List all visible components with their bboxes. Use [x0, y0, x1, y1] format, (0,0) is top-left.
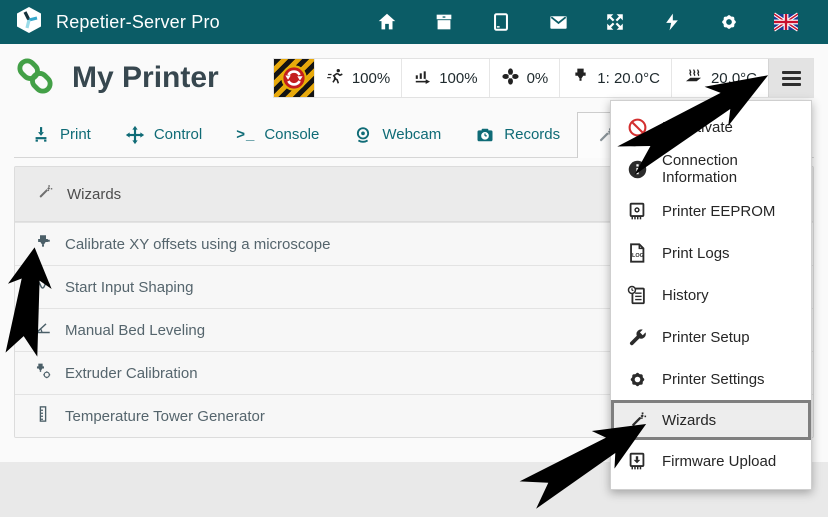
- menu-item-history[interactable]: History: [611, 274, 811, 316]
- settings-gear-icon: [625, 367, 649, 391]
- fullscreen-icon[interactable]: [603, 10, 627, 34]
- log-file-icon: LOG: [625, 241, 649, 265]
- extruder-temp-control[interactable]: 1: 20.0°C: [559, 59, 671, 97]
- menu-item-print-logs[interactable]: LOG Print Logs: [611, 232, 811, 274]
- tab-control[interactable]: Control: [108, 112, 219, 157]
- fan-icon: [501, 67, 520, 90]
- language-flag-icon[interactable]: [774, 10, 798, 34]
- menu-item-printer-settings[interactable]: Printer Settings: [611, 358, 811, 400]
- menu-item-connection-information[interactable]: Connection Information: [611, 148, 811, 190]
- menu-item-printer-setup[interactable]: Printer Setup: [611, 316, 811, 358]
- repetier-logo-icon: [14, 5, 44, 40]
- fan-control[interactable]: 0%: [489, 59, 560, 97]
- global-settings-gear-icon[interactable]: [717, 10, 741, 34]
- tab-webcam[interactable]: Webcam: [336, 112, 458, 157]
- history-clipboard-icon: [625, 283, 649, 307]
- menu-item-firmware-upload[interactable]: Firmware Upload: [611, 440, 811, 482]
- app-title: Repetier-Server Pro: [56, 12, 220, 33]
- wand-icon: [35, 183, 54, 206]
- heated-bed-icon: [683, 67, 704, 90]
- connected-link-icon[interactable]: [14, 55, 56, 102]
- wand-icon: [625, 408, 649, 432]
- emergency-stop-button[interactable]: [274, 59, 314, 97]
- wrench-icon: [625, 325, 649, 349]
- top-navbar: Repetier-Server Pro: [0, 0, 828, 44]
- menu-item-deactivate[interactable]: Deactivate: [611, 106, 811, 148]
- nozzle-gear-icon: [34, 362, 52, 384]
- console-prompt-icon: >_: [236, 126, 255, 143]
- power-bolt-icon[interactable]: [660, 10, 684, 34]
- speed-runner-icon: [326, 67, 345, 90]
- printer-dropdown-menu: Deactivate Connection Information: [610, 100, 812, 490]
- hamburger-icon: [782, 71, 801, 74]
- home-icon[interactable]: [375, 10, 399, 34]
- printer-menu-button[interactable]: [768, 59, 813, 97]
- extruder-nozzle-icon: [571, 67, 590, 90]
- tab-records[interactable]: Records: [458, 112, 577, 157]
- svg-text:LOG: LOG: [632, 253, 644, 259]
- angle-icon: [34, 319, 52, 341]
- speed-factor-control[interactable]: 100%: [314, 59, 401, 97]
- tab-print[interactable]: Print: [14, 112, 108, 157]
- messages-icon[interactable]: [546, 10, 570, 34]
- firmware-chip-upload-icon: [625, 449, 649, 473]
- waveform-icon: [34, 276, 52, 298]
- speed-value: 100%: [352, 70, 390, 87]
- flow-factor-control[interactable]: 100%: [401, 59, 488, 97]
- extruder-temp-value: 1: 20.0°C: [597, 70, 660, 87]
- fan-value: 0%: [527, 70, 549, 87]
- tab-console[interactable]: >_ Console: [219, 112, 336, 157]
- brand: Repetier-Server Pro: [14, 5, 220, 40]
- page-title: My Printer: [72, 61, 219, 95]
- deactivate-prohibit-icon: [625, 115, 649, 139]
- ruler-tower-icon: [34, 405, 52, 427]
- flow-bars-icon: [413, 67, 432, 90]
- bed-temp-control[interactable]: 20.0°C: [671, 59, 768, 97]
- menu-item-printer-eeprom[interactable]: Printer EEPROM: [611, 190, 811, 232]
- storage-box-icon[interactable]: [432, 10, 456, 34]
- printer-status-bar: 100% 100%: [273, 58, 814, 98]
- nozzle-icon: [34, 233, 52, 255]
- flow-value: 100%: [439, 70, 477, 87]
- eeprom-chip-icon: [625, 199, 649, 223]
- manual-book-icon[interactable]: [489, 10, 513, 34]
- info-icon: [625, 157, 649, 181]
- navbar-actions: [375, 10, 814, 34]
- bed-temp-value: 20.0°C: [711, 70, 757, 87]
- menu-item-wizards[interactable]: Wizards: [611, 400, 811, 440]
